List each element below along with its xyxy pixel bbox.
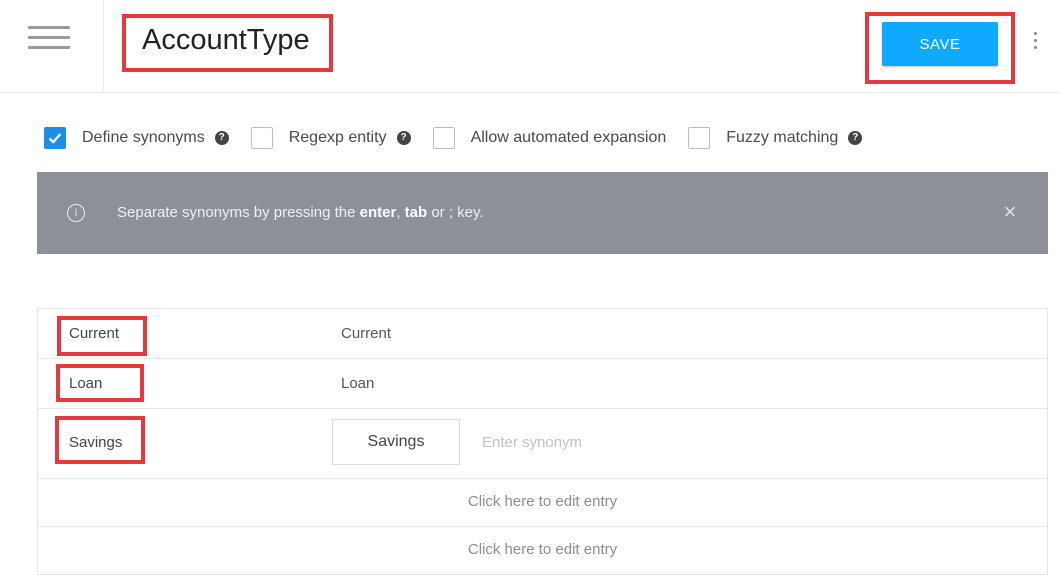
page-title: AccountType (142, 24, 310, 56)
info-icon: i (67, 204, 85, 222)
synonym-value[interactable]: Current (341, 325, 391, 342)
close-icon[interactable]: × (998, 200, 1022, 224)
hamburger-menu-icon[interactable] (28, 26, 70, 52)
regexp-entity-help-icon[interactable]: ? (396, 131, 411, 145)
banner-tab-key: tab (404, 204, 428, 221)
reference-value[interactable]: Current (69, 325, 119, 342)
reference-value[interactable]: Savings (69, 434, 122, 451)
synonym-chip[interactable]: Savings (332, 419, 460, 465)
define-synonyms-help-icon[interactable]: ? (214, 131, 229, 145)
entry-row-current[interactable]: Current Current (37, 309, 1048, 359)
banner-enter-key: enter (359, 204, 397, 221)
regexp-entity-checkbox[interactable] (250, 127, 273, 149)
edit-entry-row[interactable]: Click here to edit entry (37, 479, 1048, 527)
header-divider (103, 0, 104, 92)
define-synonyms-checkbox[interactable] (44, 127, 66, 149)
edit-entry-row[interactable]: Click here to edit entry (37, 527, 1048, 575)
reference-value[interactable]: Loan (69, 375, 102, 392)
entry-row-savings[interactable]: Savings Savings (37, 409, 1048, 479)
edit-entry-link[interactable]: Click here to edit entry (38, 541, 1047, 558)
banner-message: Separate synonyms by pressing the enter,… (117, 204, 484, 221)
header-divider-bottom (0, 92, 1060, 93)
entry-row-loan[interactable]: Loan Loan (37, 359, 1048, 409)
entries-table: Current Current Loan Loan Savings Saving… (37, 308, 1048, 575)
synonym-input[interactable] (480, 423, 784, 461)
save-button[interactable]: SAVE (882, 22, 998, 66)
regexp-entity-label: Regexp entity (288, 129, 387, 146)
fuzzy-matching-checkbox[interactable] (688, 127, 711, 149)
entity-options: Define synonyms ? Regexp entity ? Allow … (44, 124, 884, 152)
info-banner: i Separate synonyms by pressing the ente… (37, 172, 1048, 254)
edit-entry-link[interactable]: Click here to edit entry (38, 493, 1047, 510)
fuzzy-matching-label: Fuzzy matching (726, 129, 839, 146)
banner-text-end: or ; key. (427, 204, 484, 221)
allow-automated-expansion-label: Allow automated expansion (470, 129, 667, 146)
synonym-value[interactable]: Loan (341, 375, 374, 392)
allow-automated-expansion-checkbox[interactable] (432, 127, 455, 149)
more-options-icon[interactable] (1030, 32, 1040, 56)
define-synonyms-label: Define synonyms (82, 129, 205, 146)
banner-text-start: Separate synonyms by pressing the (117, 204, 360, 221)
fuzzy-matching-help-icon[interactable]: ? (848, 131, 863, 145)
